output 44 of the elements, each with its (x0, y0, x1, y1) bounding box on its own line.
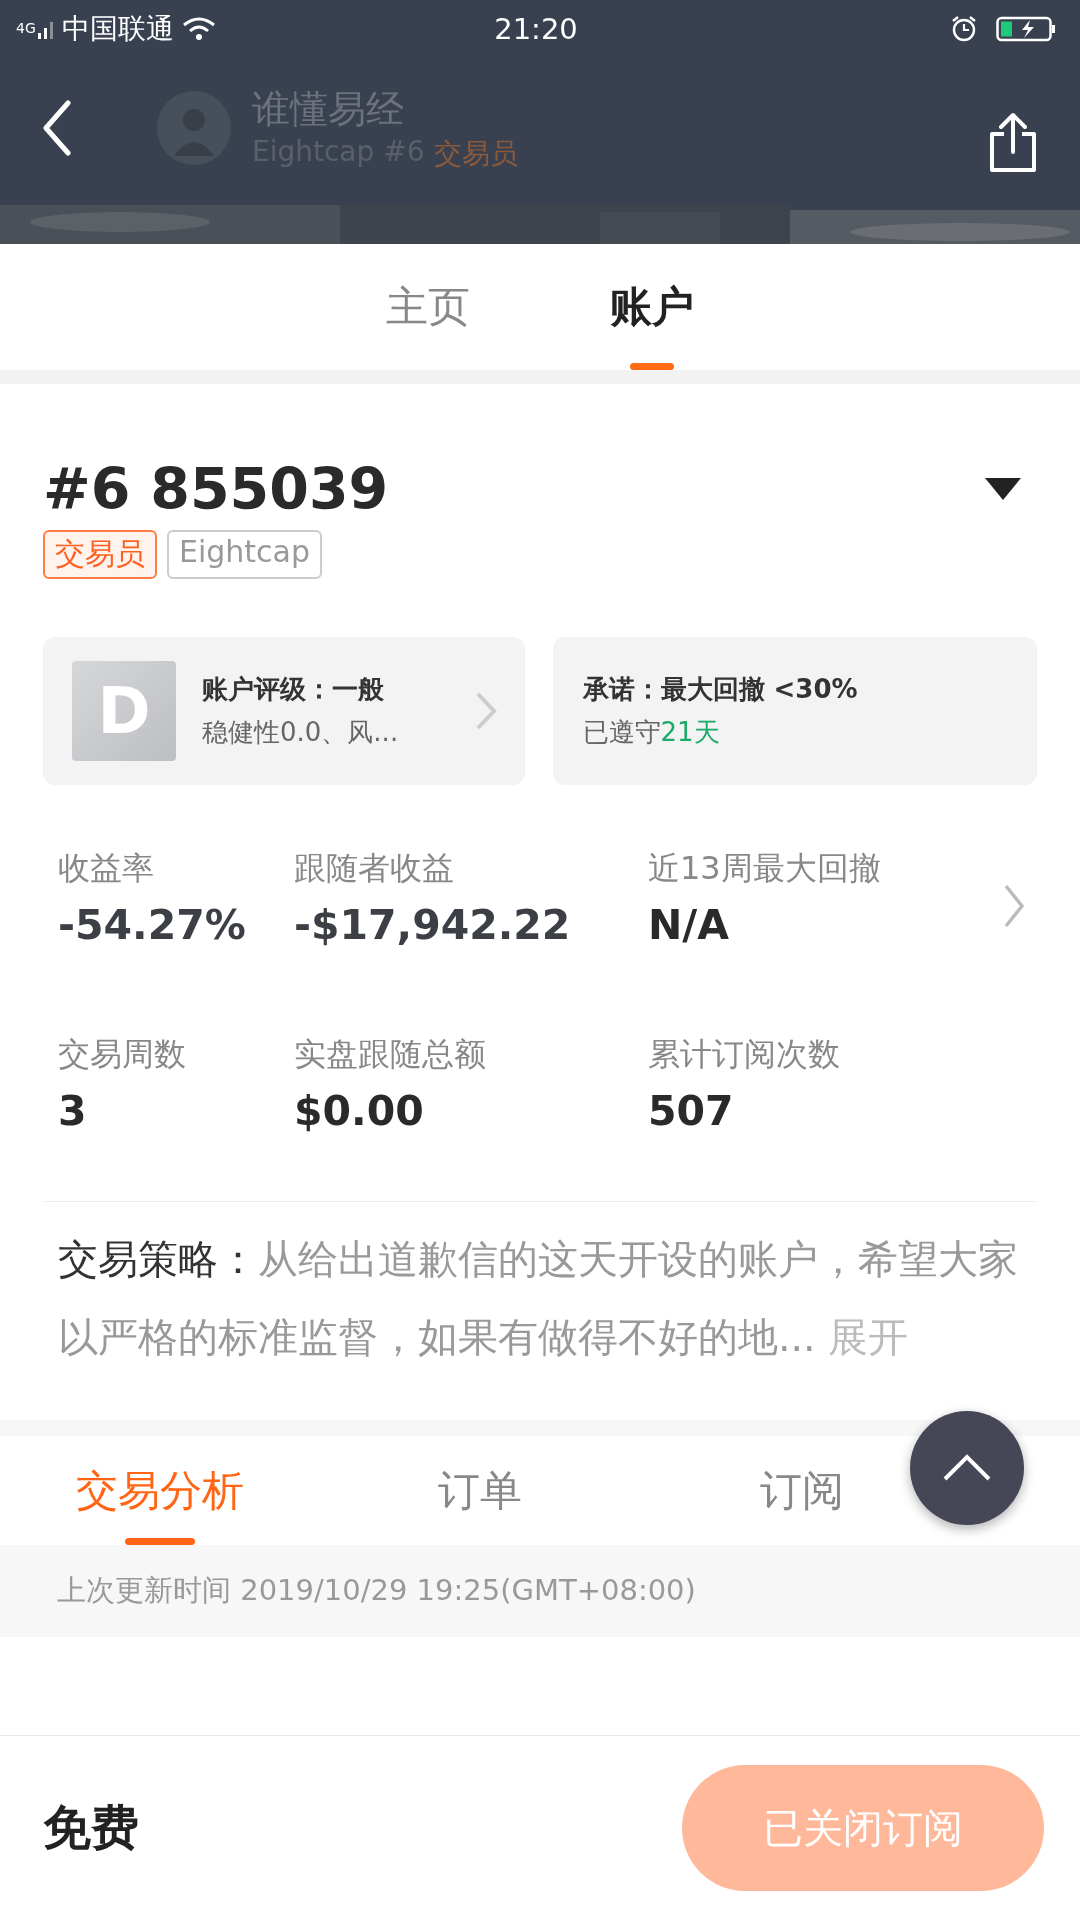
tag: Eightcap (167, 530, 323, 579)
section-tab[interactable]: 订阅 (640, 1436, 1080, 1545)
carrier-name: 中国联通 (61, 11, 174, 47)
rating-detail: 稳健性0.0、风... (202, 716, 400, 749)
stat-label: 近13周最大回撤 (648, 848, 882, 889)
role-label: 交易员 (434, 135, 519, 172)
signal-icon (37, 19, 54, 39)
dropdown-icon[interactable] (985, 478, 1021, 500)
network-type: 4G (16, 20, 36, 36)
stat-value: -54.27% (58, 901, 247, 949)
alarm-icon (950, 15, 978, 43)
stat-label: 累计订阅次数 (648, 1034, 841, 1075)
grade-badge: D (72, 661, 176, 761)
commitment-title: 承诺：最大回撤 <30% (582, 673, 859, 706)
stat-value: N/A (648, 901, 731, 949)
stat-label: 跟随者收益 (294, 848, 455, 889)
chevron-icon (474, 691, 497, 731)
scroll-top-button[interactable] (910, 1411, 1024, 1525)
stat-label: 收益率 (58, 848, 155, 889)
stat-value: 507 (648, 1087, 735, 1135)
stat-value: $0.00 (294, 1087, 425, 1135)
status-time: 21:20 (494, 12, 578, 46)
stat-label: 交易周数 (58, 1034, 187, 1075)
expand-link[interactable]: 展开 (828, 1314, 909, 1360)
account-number: #6 855039 (43, 456, 389, 522)
rating-card[interactable]: D 账户评级：一般 稳健性0.0、风... (43, 637, 525, 785)
tab[interactable]: 主页 (366, 244, 490, 370)
stat-value: -$17,942.22 (294, 901, 572, 949)
share-icon[interactable] (988, 112, 1038, 174)
rating-title: 账户评级：一般 (202, 673, 385, 706)
price-label: 免费 (43, 1798, 139, 1857)
section-tab[interactable]: 订单 (320, 1436, 640, 1545)
strategy-text: 交易策略：从给出道歉信的这天开设的账户，希望大家以严格的标准监督，如果有做得不好的地... 展开 (57, 1235, 1019, 1362)
back-icon[interactable] (42, 100, 72, 156)
tag: 交易员 (43, 530, 157, 579)
tab[interactable]: 账户 (590, 244, 714, 370)
battery-icon (996, 16, 1056, 42)
section-tab[interactable]: 交易分析 (0, 1436, 320, 1545)
wifi-icon (181, 16, 216, 42)
chevron-up-icon (942, 1454, 992, 1482)
commitment-detail: 已遵守21天 (582, 716, 721, 749)
stat-value: 3 (58, 1087, 88, 1135)
update-time: 上次更新时间 2019/10/29 19:25(GMT+08:00) (57, 1572, 696, 1609)
stat-label: 实盘跟随总额 (294, 1034, 487, 1075)
